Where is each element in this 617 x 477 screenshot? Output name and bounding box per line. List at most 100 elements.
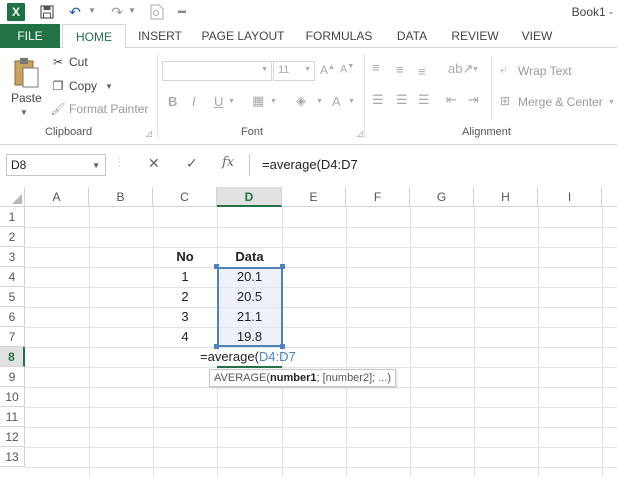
align-bottom-icon[interactable]: ≡ (418, 64, 426, 79)
cell-c5[interactable]: 2 (153, 287, 217, 307)
tab-review[interactable]: REVIEW (450, 24, 500, 48)
tab-page-layout[interactable]: PAGE LAYOUT (198, 24, 288, 48)
redo-icon[interactable]: ↷ (108, 3, 126, 21)
clipboard-launcher-icon[interactable]: ◿ (146, 129, 152, 138)
cell-d5[interactable]: 20.5 (217, 287, 282, 307)
row-header-7[interactable]: 7 (0, 327, 25, 347)
column-header-g[interactable]: G (410, 187, 474, 207)
align-top-icon[interactable]: ≡ (372, 60, 380, 75)
font-name-dropdown-icon[interactable]: ▼ (261, 66, 268, 73)
cell-d7[interactable]: 19.8 (217, 327, 282, 347)
merge-center-button[interactable]: Merge & Center (518, 95, 603, 109)
font-color-button[interactable]: A (332, 94, 341, 109)
row-header-13[interactable]: 13 (0, 447, 25, 467)
spreadsheet-grid[interactable]: A B C D E F G H I 1 2 3 4 5 6 7 8 9 10 1… (0, 187, 617, 477)
cell-d3[interactable]: Data (217, 247, 282, 267)
insert-function-icon[interactable]: fx (222, 155, 234, 170)
row-header-4[interactable]: 4 (0, 267, 25, 287)
borders-icon[interactable]: ▦ (252, 93, 264, 109)
cut-button[interactable]: ✂ Cut (50, 55, 88, 69)
formula-bar-grip-icon[interactable]: · · · (118, 154, 121, 172)
row-header-11[interactable]: 11 (0, 407, 25, 427)
tab-insert[interactable]: INSERT (135, 24, 185, 48)
column-header-partial[interactable] (602, 187, 617, 207)
tab-file[interactable]: FILE (0, 24, 60, 48)
paste-dropdown-icon[interactable]: ▼ (20, 108, 28, 117)
font-launcher-icon[interactable]: ◿ (357, 129, 363, 138)
increase-indent-icon[interactable]: ⇥ (468, 92, 479, 108)
borders-dropdown-icon[interactable]: ▼ (270, 98, 277, 105)
formula-input[interactable]: =average(D4:D7 (262, 157, 358, 172)
undo-icon[interactable]: ↶ (66, 3, 84, 21)
font-size-dropdown-icon[interactable]: ▼ (304, 66, 311, 73)
orientation-icon[interactable]: ab↗ (448, 61, 473, 77)
cell-d6[interactable]: 21.1 (217, 307, 282, 327)
cell-c6[interactable]: 3 (153, 307, 217, 327)
tab-view[interactable]: VIEW (517, 24, 557, 48)
column-header-c[interactable]: C (153, 187, 217, 207)
row-header-10[interactable]: 10 (0, 387, 25, 407)
row-header-9[interactable]: 9 (0, 367, 25, 387)
cell-d4[interactable]: 20.1 (217, 267, 282, 287)
fill-dropdown-icon[interactable]: ▼ (316, 98, 323, 105)
save-icon[interactable] (38, 3, 56, 21)
cell-c3[interactable]: No (153, 247, 217, 267)
align-middle-icon[interactable]: ≡ (396, 62, 404, 77)
italic-button[interactable]: I (192, 94, 196, 109)
align-right-icon[interactable]: ☰ (418, 92, 430, 108)
tab-data[interactable]: DATA (390, 24, 434, 48)
fill-color-icon[interactable]: ◈ (296, 93, 306, 109)
row-header-2[interactable]: 2 (0, 227, 25, 247)
column-header-i[interactable]: I (538, 187, 602, 207)
row-header-8[interactable]: 8 (0, 347, 25, 367)
copy-button[interactable]: ❐ Copy ▼ (50, 79, 113, 93)
underline-button[interactable]: U (214, 94, 223, 109)
column-header-b[interactable]: B (89, 187, 153, 207)
column-header-h[interactable]: H (474, 187, 538, 207)
align-center-icon[interactable]: ☰ (396, 92, 408, 108)
paste-icon[interactable] (12, 56, 40, 90)
row-header-12[interactable]: 12 (0, 427, 25, 447)
underline-dropdown-icon[interactable]: ▼ (228, 98, 235, 105)
enter-icon[interactable]: ✓ (186, 155, 198, 172)
select-all-button[interactable] (0, 187, 25, 207)
customize-toolbar-icon[interactable]: ▬ (178, 6, 186, 15)
row-header-1[interactable]: 1 (0, 207, 25, 227)
orientation-dropdown-icon[interactable]: ▼ (472, 66, 479, 73)
format-painter-button[interactable]: 🖌 Format Painter (50, 102, 148, 116)
print-preview-icon[interactable] (148, 3, 166, 21)
column-header-e[interactable]: E (282, 187, 346, 207)
wrap-text-button[interactable]: Wrap Text (518, 64, 572, 78)
row-header-5[interactable]: 5 (0, 287, 25, 307)
bold-button[interactable]: B (168, 94, 177, 109)
paste-button[interactable]: Paste (11, 91, 42, 105)
name-box-dropdown-icon[interactable]: ▼ (92, 161, 100, 170)
font-color-dropdown-icon[interactable]: ▼ (348, 98, 355, 105)
copy-dropdown-icon[interactable]: ▼ (105, 82, 113, 91)
column-header-a[interactable]: A (25, 187, 89, 207)
tab-home[interactable]: HOME (62, 24, 126, 49)
cell-d8-editing[interactable]: =average(D4:D7 (200, 347, 296, 367)
font-size-box[interactable]: 11 ▼ (273, 61, 315, 81)
excel-logo-icon[interactable]: X (7, 3, 25, 21)
function-tooltip[interactable]: AVERAGE(number1; [number2]; ...) (209, 369, 397, 387)
merge-center-icon[interactable]: ⊞ (500, 94, 510, 108)
shrink-font-icon[interactable]: A▼ (340, 63, 354, 76)
name-box[interactable]: D8 ▼ (6, 154, 106, 176)
merge-dropdown-icon[interactable]: ▼ (608, 99, 615, 106)
cell-c7[interactable]: 4 (153, 327, 217, 347)
row-header-6[interactable]: 6 (0, 307, 25, 327)
decrease-indent-icon[interactable]: ⇤ (446, 92, 457, 108)
cancel-icon[interactable]: ✕ (148, 155, 160, 172)
redo-dropdown-icon[interactable]: ▼ (128, 6, 136, 15)
font-name-box[interactable]: ▼ (162, 61, 272, 81)
wrap-text-icon[interactable]: ⤶ (500, 62, 507, 77)
cell-c4[interactable]: 1 (153, 267, 217, 287)
column-header-f[interactable]: F (346, 187, 410, 207)
tab-formulas[interactable]: FORMULAS (302, 24, 376, 48)
column-header-d[interactable]: D (217, 187, 282, 207)
grow-font-icon[interactable]: A▲ (320, 63, 335, 77)
undo-dropdown-icon[interactable]: ▼ (88, 6, 96, 15)
row-header-3[interactable]: 3 (0, 247, 25, 267)
align-left-icon[interactable]: ☰ (372, 92, 384, 108)
